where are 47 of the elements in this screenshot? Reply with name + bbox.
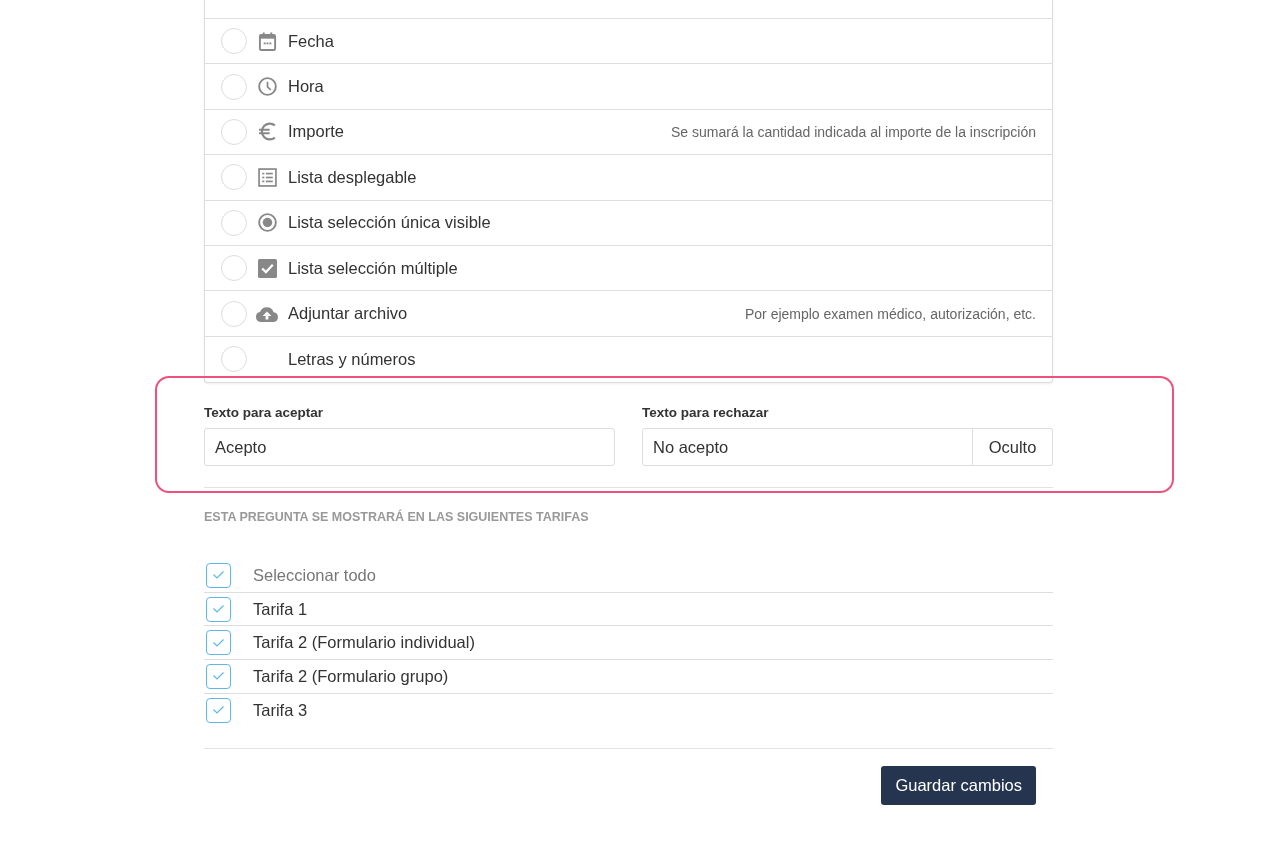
checkbox[interactable] — [206, 630, 231, 656]
field-type-label: Lista selección múltiple — [288, 258, 458, 278]
field-type-label: Importe — [288, 122, 344, 142]
checkbox[interactable] — [206, 562, 231, 588]
radio-button[interactable] — [221, 346, 247, 373]
section-heading: ESTA PREGUNTA SE MOSTRARÁ EN LAS SIGUIENTES TARIFAS — [204, 510, 589, 525]
save-button[interactable]: Guardar cambios — [881, 766, 1036, 806]
input-field[interactable]: No acepto — [642, 428, 973, 467]
checkbox[interactable] — [206, 697, 231, 723]
hidden-toggle-button[interactable]: Oculto — [973, 428, 1053, 467]
calendar-icon — [258, 31, 277, 51]
tariff-label: Tarifa 1 — [253, 599, 308, 619]
check-icon — [213, 605, 224, 613]
list-icon — [258, 167, 277, 187]
check-icon — [213, 706, 224, 715]
checkbox[interactable] — [206, 596, 231, 622]
field-type-label: Lista desplegable — [288, 167, 417, 187]
radio-button[interactable] — [221, 300, 247, 327]
cloud-upload-icon — [255, 305, 279, 322]
field-type-label: Lista selección única visible — [288, 213, 491, 233]
radio-button[interactable] — [221, 73, 247, 100]
field-type-label: Fecha — [288, 31, 334, 51]
tariff-label: Tarifa 3 — [253, 700, 308, 720]
checkbox-icon — [258, 258, 277, 278]
check-icon — [213, 672, 224, 681]
radio-icon — [258, 213, 277, 233]
field-type-label: Letras y números — [288, 349, 416, 369]
check-icon — [213, 571, 224, 580]
radio-button[interactable] — [221, 118, 247, 145]
radio-button[interactable] — [221, 255, 247, 282]
tariff-label: Tarifa 2 (Formulario grupo) — [253, 666, 449, 686]
tariff-label: Tarifa 2 (Formulario individual) — [253, 633, 475, 653]
field-type-hint: Por ejemplo examen médico, autorización, etc. — [744, 305, 1036, 322]
input-field[interactable]: Acepto — [204, 428, 615, 467]
radio-button[interactable] — [221, 164, 247, 191]
check-icon — [213, 638, 224, 647]
radio-button[interactable] — [221, 28, 247, 55]
checkbox[interactable] — [206, 663, 231, 689]
field-type-label: Hora — [288, 77, 324, 97]
euro-icon — [258, 122, 277, 142]
field-label: Texto para aceptar — [204, 405, 324, 421]
field-label: Texto para rechazar — [642, 405, 769, 421]
select-all-label: Seleccionar todo — [253, 565, 376, 585]
radio-button[interactable] — [221, 209, 247, 236]
field-type-hint: Se sumará la cantidad indicada al importe de la inscripción — [671, 123, 1036, 140]
clock-icon — [258, 77, 277, 97]
field-type-label: Adjuntar archivo — [288, 304, 408, 324]
